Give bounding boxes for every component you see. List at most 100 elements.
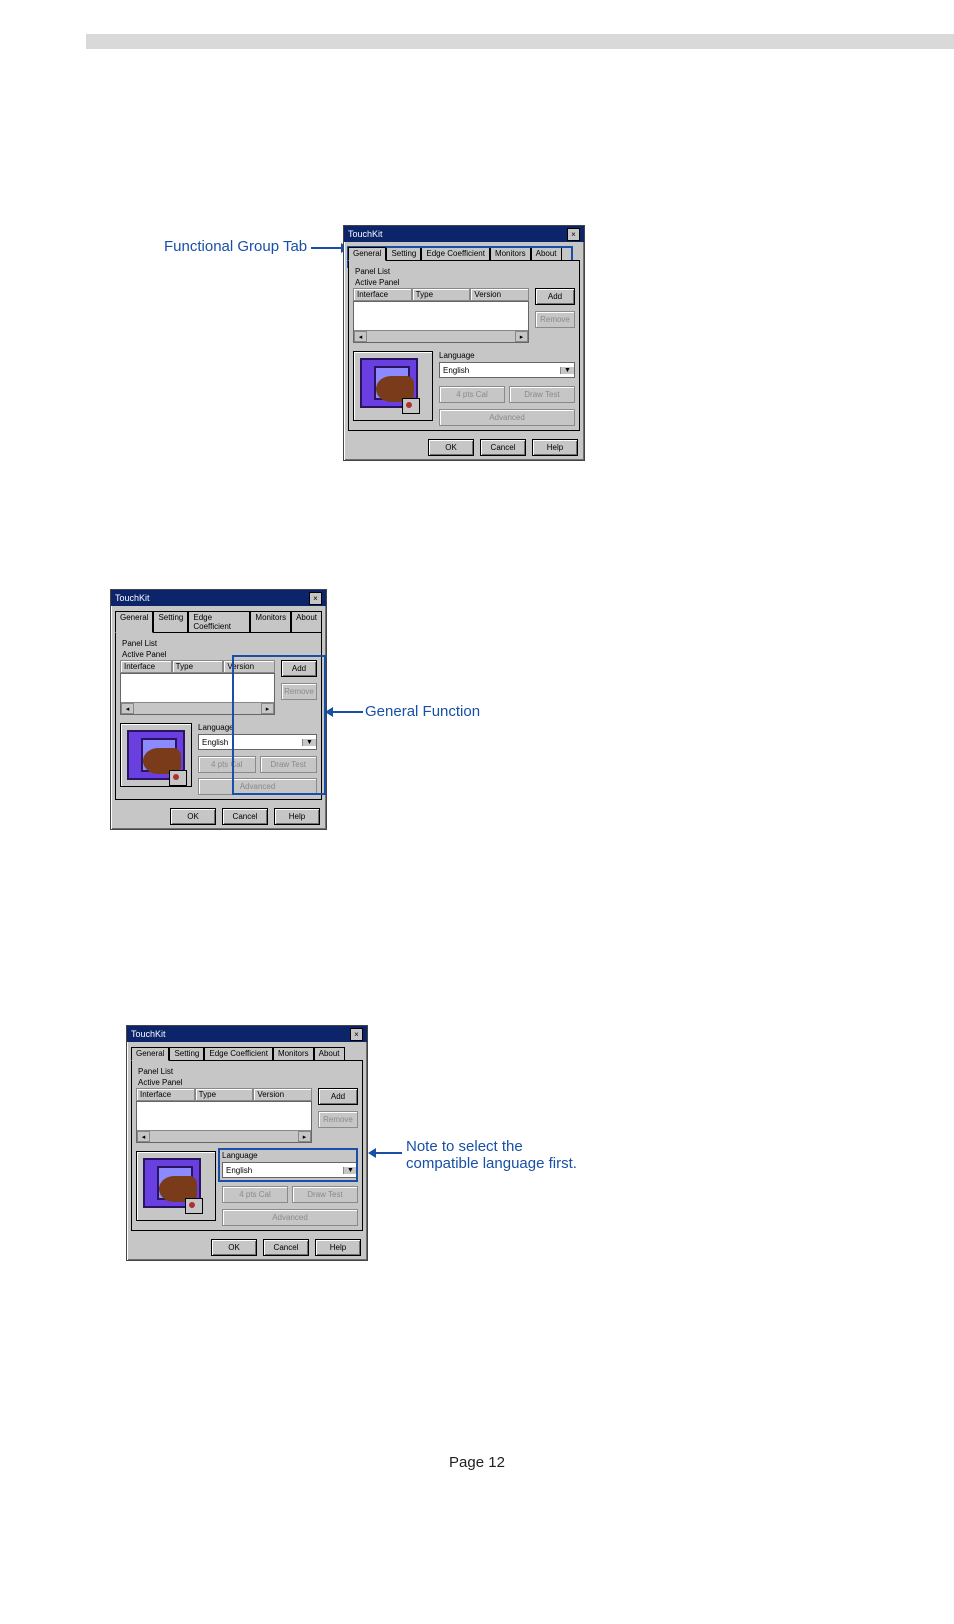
add-button[interactable]: Add <box>318 1088 358 1105</box>
remove-button[interactable]: Remove <box>535 311 575 328</box>
tab-row: General Setting Edge Coefficient Monitor… <box>131 1046 363 1060</box>
touch-logo <box>120 723 192 787</box>
tab-general[interactable]: General <box>115 611 153 633</box>
scroll-right-icon[interactable]: ▸ <box>515 331 528 342</box>
cancel-button[interactable]: Cancel <box>263 1239 309 1256</box>
arrow-left-icon <box>368 1144 402 1161</box>
tab-monitors[interactable]: Monitors <box>250 611 291 633</box>
advanced-button[interactable]: Advanced <box>222 1209 358 1226</box>
tab-edge[interactable]: Edge Coefficient <box>204 1047 273 1061</box>
ok-button[interactable]: OK <box>211 1239 257 1256</box>
scroll-left-icon[interactable]: ◂ <box>121 703 134 714</box>
col-interface[interactable]: Interface <box>136 1088 195 1101</box>
scrollbar[interactable]: ◂ ▸ <box>137 1130 311 1142</box>
tab-setting[interactable]: Setting <box>169 1047 204 1061</box>
language-label: Language <box>439 351 575 360</box>
dialog-touchkit-1: TouchKit × General Setting Edge Coeffici… <box>343 225 585 461</box>
advanced-button[interactable]: Advanced <box>439 409 575 426</box>
active-panel-label: Active Panel <box>138 1078 358 1087</box>
window-title: TouchKit <box>115 593 150 603</box>
callout-functional-tab: Functional Group Tab <box>164 238 349 256</box>
cancel-button[interactable]: Cancel <box>222 808 268 825</box>
tab-about[interactable]: About <box>531 247 562 261</box>
advanced-button[interactable]: Advanced <box>198 778 317 795</box>
ok-button[interactable]: OK <box>428 439 474 456</box>
arrow-left-icon <box>325 703 363 720</box>
tab-general[interactable]: General <box>348 247 386 261</box>
dialog-buttons: OK Cancel Help <box>111 804 326 829</box>
document-page: Functional Group Tab TouchKit × General … <box>0 0 954 1624</box>
tab-general[interactable]: General <box>131 1047 169 1061</box>
col-version[interactable]: Version <box>223 660 275 673</box>
tab-about[interactable]: About <box>291 611 322 633</box>
close-icon[interactable]: × <box>350 1028 363 1041</box>
active-panel-label: Active Panel <box>355 278 575 287</box>
close-icon[interactable]: × <box>567 228 580 241</box>
ok-button[interactable]: OK <box>170 808 216 825</box>
scroll-left-icon[interactable]: ◂ <box>354 331 367 342</box>
active-panel-label: Active Panel <box>122 650 317 659</box>
col-type[interactable]: Type <box>195 1088 254 1101</box>
scroll-right-icon[interactable]: ▸ <box>261 703 274 714</box>
touch-logo <box>136 1151 216 1221</box>
header-bar <box>86 34 954 49</box>
tab-body: Panel List Active Panel Interface Type V… <box>131 1060 363 1231</box>
fourpt-button[interactable]: 4 pts Cal <box>198 756 256 773</box>
tab-body: Panel List Active Panel Interface Type V… <box>348 260 580 431</box>
remove-button[interactable]: Remove <box>281 683 317 700</box>
help-button[interactable]: Help <box>274 808 320 825</box>
drawtest-button[interactable]: Draw Test <box>260 756 318 773</box>
scrollbar[interactable]: ◂ ▸ <box>121 702 274 714</box>
scrollbar[interactable]: ◂ ▸ <box>354 330 528 342</box>
language-label: Language <box>222 1151 358 1160</box>
dialog-touchkit-3: TouchKit × General Setting Edge Coeffici… <box>126 1025 368 1261</box>
callout-text: Functional Group Tab <box>164 238 307 255</box>
panel-list[interactable]: ◂ ▸ <box>136 1101 312 1143</box>
language-select[interactable]: English ▼ <box>198 734 317 750</box>
language-select[interactable]: English ▼ <box>439 362 575 378</box>
panel-list[interactable]: ◂ ▸ <box>120 673 275 715</box>
close-icon[interactable]: × <box>309 592 322 605</box>
language-select[interactable]: English ▼ <box>222 1162 358 1178</box>
fourpt-button[interactable]: 4 pts Cal <box>222 1186 288 1203</box>
callout-general-function: General Function <box>325 703 480 720</box>
col-type[interactable]: Type <box>412 288 471 301</box>
drawtest-button[interactable]: Draw Test <box>292 1186 358 1203</box>
tab-about[interactable]: About <box>314 1047 345 1061</box>
chevron-down-icon[interactable]: ▼ <box>343 1167 357 1174</box>
panel-list-label: Panel List <box>355 267 575 276</box>
col-interface[interactable]: Interface <box>353 288 412 301</box>
remove-button[interactable]: Remove <box>318 1111 358 1128</box>
drawtest-button[interactable]: Draw Test <box>509 386 575 403</box>
tab-edge[interactable]: Edge Coefficient <box>188 611 250 633</box>
tab-edge[interactable]: Edge Coefficient <box>421 247 490 261</box>
col-interface[interactable]: Interface <box>120 660 172 673</box>
col-type[interactable]: Type <box>172 660 224 673</box>
tab-monitors[interactable]: Monitors <box>273 1047 314 1061</box>
help-button[interactable]: Help <box>532 439 578 456</box>
list-header: Interface Type Version <box>136 1088 312 1101</box>
language-value: English <box>199 738 302 747</box>
col-version[interactable]: Version <box>470 288 529 301</box>
add-button[interactable]: Add <box>535 288 575 305</box>
tab-setting[interactable]: Setting <box>386 247 421 261</box>
dialog-buttons: OK Cancel Help <box>344 435 584 460</box>
tab-setting[interactable]: Setting <box>153 611 188 633</box>
cancel-button[interactable]: Cancel <box>480 439 526 456</box>
add-button[interactable]: Add <box>281 660 317 677</box>
fourpt-button[interactable]: 4 pts Cal <box>439 386 505 403</box>
scroll-right-icon[interactable]: ▸ <box>298 1131 311 1142</box>
callout-language-note: Note to select the compatible language f… <box>368 1138 577 1172</box>
tab-monitors[interactable]: Monitors <box>490 247 531 261</box>
tab-row: General Setting Edge Coefficient Monitor… <box>348 246 580 260</box>
panel-list-label: Panel List <box>138 1067 358 1076</box>
window-title: TouchKit <box>131 1029 166 1039</box>
title-bar: TouchKit × <box>111 590 326 606</box>
col-version[interactable]: Version <box>253 1088 312 1101</box>
scroll-left-icon[interactable]: ◂ <box>137 1131 150 1142</box>
help-button[interactable]: Help <box>315 1239 361 1256</box>
callout-text: General Function <box>365 703 480 720</box>
panel-list[interactable]: ◂ ▸ <box>353 301 529 343</box>
chevron-down-icon[interactable]: ▼ <box>560 367 574 374</box>
chevron-down-icon[interactable]: ▼ <box>302 739 316 746</box>
